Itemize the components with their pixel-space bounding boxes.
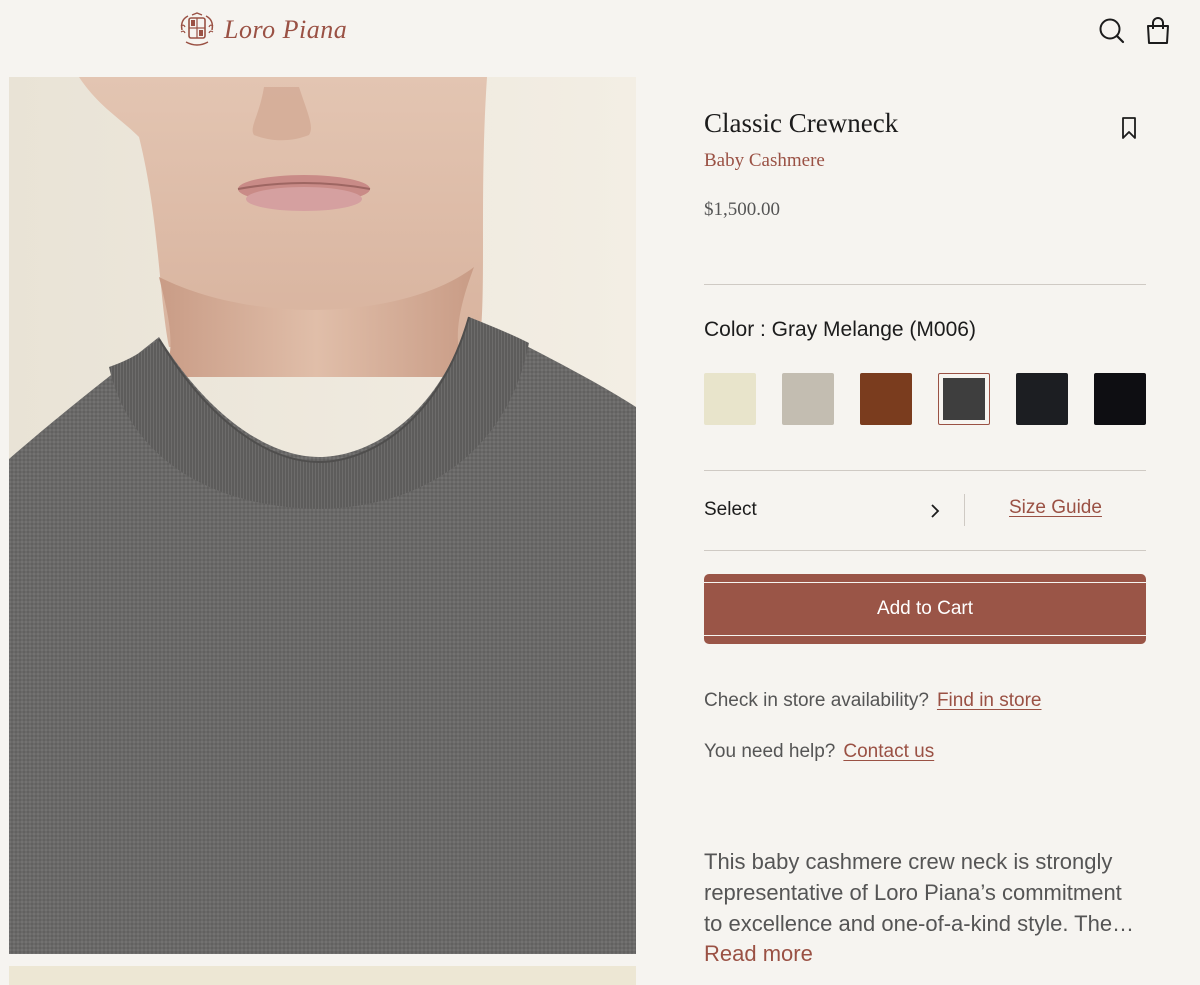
divider <box>704 284 1146 285</box>
size-row: Select Size Guide <box>704 470 1146 550</box>
color-swatch-fill <box>943 378 985 420</box>
size-select[interactable]: Select <box>704 470 964 550</box>
add-to-cart-button[interactable]: Add to Cart <box>704 574 1146 644</box>
vertical-divider <box>964 494 965 526</box>
contact-us-link[interactable]: Contact us <box>843 741 934 762</box>
store-availability-line: Check in store availability? Find in stor… <box>704 690 1042 712</box>
find-in-store-link[interactable]: Find in store <box>937 690 1042 711</box>
search-button[interactable] <box>1097 16 1127 46</box>
shopping-bag-button[interactable] <box>1143 16 1173 46</box>
brand-logo[interactable]: Loro Piana <box>178 12 347 48</box>
bookmark-icon <box>1122 117 1136 139</box>
site-header: Loro Piana <box>0 0 1200 76</box>
color-swatch[interactable] <box>860 373 912 425</box>
product-subtitle: Baby Cashmere <box>704 150 825 171</box>
add-to-cart-label: Add to Cart <box>876 598 974 619</box>
color-swatch[interactable] <box>1094 373 1146 425</box>
color-swatch[interactable] <box>1016 373 1068 425</box>
color-label: Color : Gray Melange (M006) <box>704 318 976 341</box>
product-photo <box>9 77 636 954</box>
crest-icon <box>180 12 214 46</box>
color-swatch[interactable] <box>704 373 756 425</box>
color-swatch[interactable] <box>938 373 990 425</box>
chevron-right-icon <box>931 504 940 518</box>
color-swatches <box>704 373 1172 425</box>
store-availability-text: Check in store availability? <box>704 690 929 711</box>
read-more-link[interactable]: Read more <box>704 941 813 967</box>
help-line: You need help? Contact us <box>704 741 934 763</box>
size-guide-link[interactable]: Size Guide <box>1009 497 1102 519</box>
product-price: $1,500.00 <box>704 199 780 220</box>
wishlist-button[interactable] <box>1119 115 1139 141</box>
color-swatch[interactable] <box>782 373 834 425</box>
product-image-secondary[interactable] <box>9 966 636 985</box>
product-description: This baby cashmere crew neck is strongly… <box>704 849 1135 936</box>
size-select-label: Select <box>704 499 757 520</box>
product-image[interactable] <box>9 77 636 954</box>
brand-logo-text: Loro Piana <box>224 15 348 44</box>
product-title: Classic Crewneck <box>704 108 899 138</box>
shopping-bag-icon <box>1147 17 1169 44</box>
help-text: You need help? <box>704 741 836 762</box>
divider <box>704 550 1146 551</box>
search-icon <box>1099 18 1125 44</box>
